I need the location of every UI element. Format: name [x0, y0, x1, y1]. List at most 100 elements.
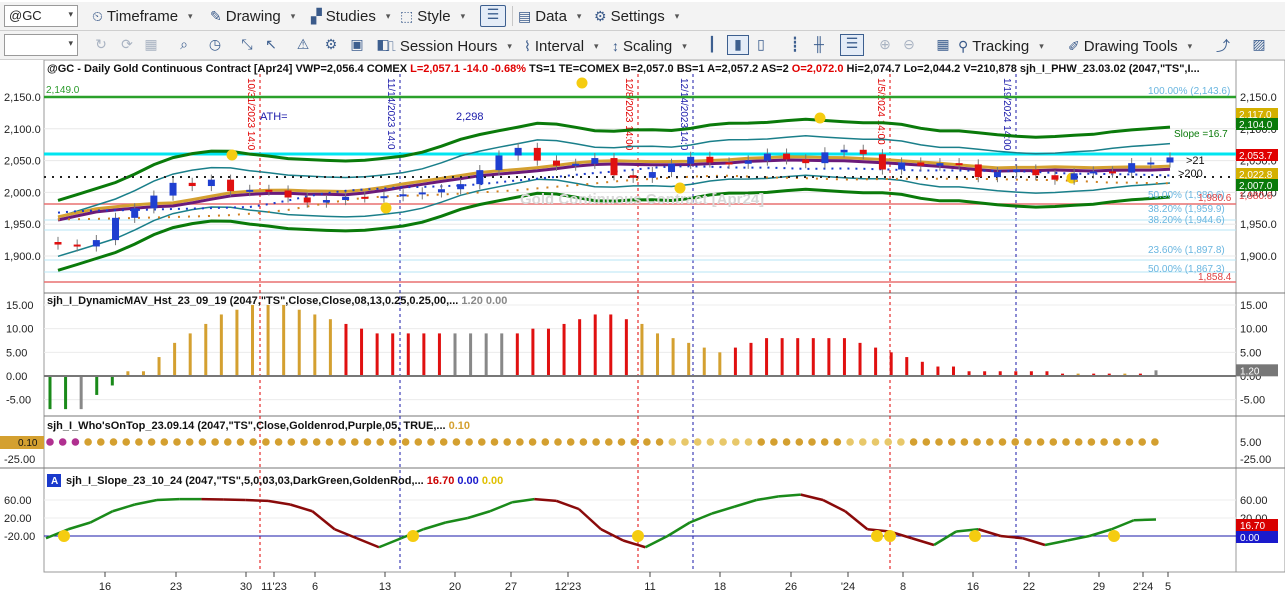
whos-on-top-dot [274, 438, 283, 446]
candle-body [821, 152, 829, 164]
symbol-input[interactable]: @GC ▾ [4, 5, 78, 27]
layout-toggle-icon[interactable]: ☰ [480, 5, 506, 27]
panel3-axis-tick: 5.00 [1240, 437, 1261, 449]
chart-canvas[interactable]: 10/31/2023 14:0 11/14/2023 14:0 12/8/2023 … [0, 60, 1285, 600]
whos-on-top-dot [973, 438, 981, 446]
whos-on-top-dot [46, 438, 54, 446]
bar-chart-icon[interactable]: ┃ [703, 36, 721, 53]
session-hours-button[interactable]: ⎍ Session Hours ▾ [386, 34, 512, 58]
candle-body [380, 196, 388, 199]
refresh-icon[interactable]: ↻ [92, 36, 110, 53]
candle-body [898, 162, 906, 170]
candle-body [802, 159, 810, 164]
session-hours-label: Session Hours [399, 37, 498, 55]
cursor-icon[interactable]: ⤡ [238, 36, 256, 53]
settings-icon[interactable]: ⚙ [322, 36, 340, 53]
whos-on-top-dot [325, 438, 334, 446]
candle-body [725, 162, 733, 165]
study-select[interactable]: ▾ [4, 34, 78, 56]
slope-segment [156, 497, 180, 502]
histogram-bar [874, 347, 878, 376]
interval-button[interactable]: ⌇ Interval ▾ [524, 34, 599, 58]
pointer-icon[interactable]: ↖ [262, 36, 280, 53]
reload-icon[interactable]: ⟳ [118, 36, 136, 53]
histogram-axis-tick-left: 5.00 [6, 347, 27, 359]
whos-on-top-dot [84, 438, 92, 446]
trend-icon[interactable]: ⤴ [1214, 36, 1232, 56]
ohlc-icon[interactable]: ╫ [810, 36, 828, 52]
signal-marker [576, 77, 588, 89]
histogram-bar [469, 333, 473, 376]
scaling-icon: ↕ [612, 38, 619, 54]
panel3-title: sjh_I_Who'sOnTop_23.09.14 (2047,"TS",Clo… [47, 420, 470, 432]
candle-body [1051, 175, 1059, 180]
whos-on-top-dot [693, 438, 702, 446]
volume-icon[interactable]: ┋ [786, 36, 804, 53]
histogram-bar [515, 333, 519, 376]
whos-on-top-dot [376, 438, 385, 446]
drawing-tools-button[interactable]: ✐ Drawing Tools ▾ [1068, 34, 1192, 58]
histogram-bar [375, 333, 379, 376]
chart-icon[interactable]: ⚠ [294, 36, 312, 53]
whos-on-top-dot [833, 438, 842, 446]
histogram-bar [484, 333, 488, 376]
histogram-bar [702, 347, 706, 376]
scaling-button[interactable]: ↕ Scaling ▾ [612, 34, 687, 58]
candle-body [476, 170, 484, 185]
timeframe-icon: ⏲ [92, 7, 103, 24]
histogram-bar [219, 314, 223, 376]
clock-icon[interactable]: ◷ [206, 36, 224, 53]
grid-icon[interactable]: ▦ [142, 36, 160, 53]
whos-on-top-dot [846, 438, 854, 446]
candle-body [668, 163, 676, 173]
whos-on-top-dot [1011, 438, 1019, 446]
event-line-label: 12/14/2023 14:0 [678, 78, 689, 151]
histogram-bar [578, 319, 582, 376]
histogram-bar [671, 338, 675, 376]
hollow-candle-icon[interactable]: ▯ [752, 36, 770, 53]
fib-label: 23.60% (1,897.8) [1148, 245, 1225, 256]
whos-on-top-dot [97, 438, 105, 446]
zoom-in-icon[interactable]: ⊕ [876, 36, 894, 53]
panels-icon[interactable]: ☰ [840, 34, 864, 56]
zoom-out-icon[interactable]: ⊖ [900, 36, 918, 53]
slope-zero-cross-marker [871, 530, 883, 542]
histogram-bar [687, 342, 691, 376]
whos-on-top-dot [439, 438, 448, 446]
studies-button[interactable]: ▞ Studies ▾ [311, 4, 390, 28]
image-icon[interactable]: ▨ [1250, 36, 1268, 53]
tracking-button[interactable]: ⚲ Tracking ▾ [958, 34, 1044, 58]
zoom-find-icon[interactable]: ⌕ [175, 36, 193, 53]
whos-on-top-dot [655, 438, 664, 446]
candle-body [322, 200, 330, 203]
whos-on-top-dot [185, 438, 194, 446]
time-axis-label: 18 [714, 581, 726, 593]
main-toolbar: @GC ▾ ⏲ Timeframe ▾ ✎ Drawing ▾ ▞ Studie… [0, 2, 1285, 31]
whos-on-top-dot [732, 438, 740, 446]
style-button[interactable]: ⬚ Style ▾ [400, 4, 465, 28]
candle-body [955, 163, 963, 166]
candle-body [572, 163, 580, 166]
candle-body [859, 149, 867, 155]
histogram-bar [842, 338, 846, 376]
whos-on-top-dot [351, 438, 359, 446]
drawing-button[interactable]: ✎ Drawing ▾ [210, 4, 295, 28]
event-line-label: 1/5/2024 14:00 [875, 78, 886, 145]
data-button[interactable]: ▤ Data ▾ [518, 4, 581, 28]
candle-body [284, 190, 292, 198]
whos-on-top-dot [109, 438, 118, 446]
whos-on-top-dot [1087, 438, 1096, 446]
time-axis-label: 11 [644, 581, 655, 593]
session-icon: ⎍ [386, 37, 396, 54]
data-window-icon[interactable]: ▦ [934, 36, 952, 53]
candle-body [265, 189, 273, 192]
slope-tag: 16.70 [1240, 521, 1265, 532]
timeframe-button[interactable]: ⏲ Timeframe ▾ [92, 4, 193, 28]
candlestick-icon[interactable]: ▮ [727, 35, 749, 55]
whos-on-top-dot [287, 438, 296, 446]
slope-segment [1133, 518, 1157, 522]
whos-on-top-dot [605, 438, 613, 446]
event-line-label: 10/31/2023 14:0 [245, 78, 256, 151]
settings-button[interactable]: ⚙ Settings ▾ [594, 4, 679, 28]
format-icon[interactable]: ▣ [348, 36, 366, 53]
